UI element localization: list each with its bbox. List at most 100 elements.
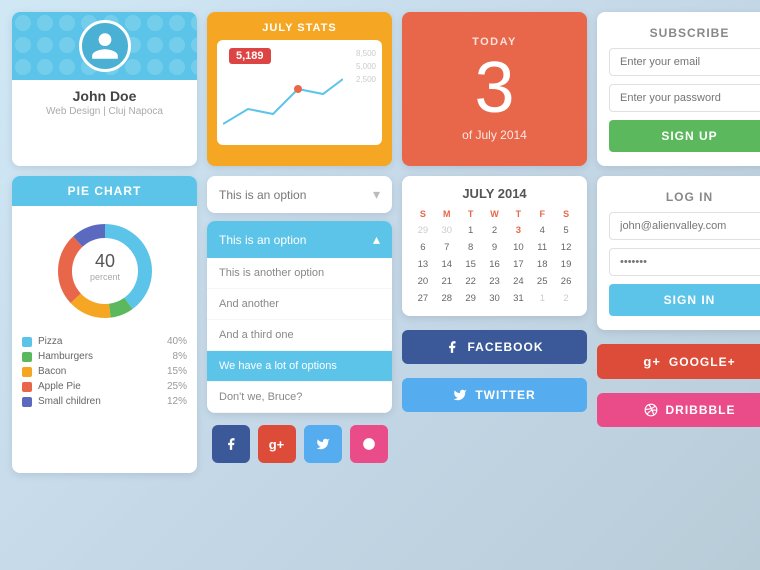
cal-day-20[interactable]: 20 (412, 274, 434, 289)
legend-pct-smallchildren: 12% (167, 396, 187, 407)
subscribe-title: SUBSCRIBE (609, 26, 760, 40)
cal-day-1[interactable]: 1 (460, 223, 482, 238)
dropdown-expanded-header[interactable]: This is an option ▴ (207, 221, 392, 258)
dribbble-button[interactable]: DRIBBBLE (597, 393, 760, 427)
email-input[interactable] (609, 48, 760, 76)
legend-label-bacon: Bacon (38, 366, 66, 377)
cal-header-t1: T (460, 207, 482, 221)
cal-day-30-jun[interactable]: 30 (436, 223, 458, 238)
cal-day-8[interactable]: 8 (460, 240, 482, 255)
cal-day-12[interactable]: 12 (555, 240, 577, 255)
dropdown-option-2[interactable]: And another (207, 289, 392, 320)
dropdown-option-4[interactable]: We have a lot of options (207, 351, 392, 382)
cal-day-13[interactable]: 13 (412, 257, 434, 272)
cal-day-10[interactable]: 10 (507, 240, 529, 255)
dropdown-option-3[interactable]: And a third one (207, 320, 392, 351)
cal-day-31[interactable]: 31 (507, 291, 529, 306)
cal-day-18[interactable]: 18 (531, 257, 553, 272)
cal-day-2-aug[interactable]: 2 (555, 291, 577, 306)
pie-chart-card: PIE CHART 40 percent (12, 176, 197, 473)
profile-name: John Doe (73, 88, 137, 104)
cal-day-26[interactable]: 26 (555, 274, 577, 289)
cal-day-1-aug[interactable]: 1 (531, 291, 553, 306)
dribbble-icon (644, 403, 658, 417)
twitter-icon (453, 388, 467, 402)
signup-button[interactable]: SIGN UP (609, 120, 760, 152)
password-input[interactable] (609, 84, 760, 112)
legend-pct-bacon: 15% (167, 366, 187, 377)
cal-day-22[interactable]: 22 (460, 274, 482, 289)
facebook-label: FACEBOOK (467, 340, 543, 354)
cal-day-30[interactable]: 30 (484, 291, 506, 306)
legend-bacon: Bacon 15% (22, 366, 187, 377)
cal-day-28[interactable]: 28 (436, 291, 458, 306)
cal-day-24[interactable]: 24 (507, 274, 529, 289)
dropdown-option-5[interactable]: Don't we, Bruce? (207, 382, 392, 413)
cal-day-19[interactable]: 19 (555, 257, 577, 272)
legend-pct-pizza: 40% (167, 336, 187, 347)
pie-legend: Pizza 40% Hamburgers 8% Bacon 15% Apple … (22, 336, 187, 407)
stats-badge: 5,189 (229, 48, 271, 64)
cal-day-11[interactable]: 11 (531, 240, 553, 255)
stats-title: JULY STATS (217, 22, 382, 34)
avatar (79, 20, 131, 72)
dropdown-collapsed-text: This is an option (219, 188, 306, 202)
cal-header-s1: S (412, 207, 434, 221)
legend-pct-applepie: 25% (167, 381, 187, 392)
cal-header-s2: S (555, 207, 577, 221)
stats-card: JULY STATS 5,189 8,500 5,000 2,500 (207, 12, 392, 166)
login-card: LOG IN SIGN IN (597, 176, 760, 330)
cal-day-9[interactable]: 9 (484, 240, 506, 255)
cal-day-4[interactable]: 4 (531, 223, 553, 238)
twitter-icon-btn[interactable] (304, 425, 342, 463)
cal-day-21[interactable]: 21 (436, 274, 458, 289)
googleplus-icon-btn[interactable]: g+ (258, 425, 296, 463)
facebook-icon (445, 340, 459, 354)
twitter-label: TWITTER (475, 388, 535, 402)
dropdown-option-1[interactable]: This is another option (207, 258, 392, 289)
legend-pizza: Pizza 40% (22, 336, 187, 347)
cal-day-3[interactable]: 3 (507, 223, 529, 238)
cal-day-5[interactable]: 5 (555, 223, 577, 238)
cal-day-29-jun[interactable]: 29 (412, 223, 434, 238)
legend-dot-pizza (22, 337, 32, 347)
cal-day-27[interactable]: 27 (412, 291, 434, 306)
legend-label-applepie: Apple Pie (38, 381, 81, 392)
legend-applepie: Apple Pie 25% (22, 381, 187, 392)
cal-day-14[interactable]: 14 (436, 257, 458, 272)
legend-label-pizza: Pizza (38, 336, 62, 347)
chevron-down-icon: ▾ (373, 186, 380, 203)
facebook-button[interactable]: FACEBOOK (402, 330, 587, 364)
cal-day-7[interactable]: 7 (436, 240, 458, 255)
dropdown-collapsed[interactable]: This is an option ▾ (207, 176, 392, 213)
pie-chart-body: 40 percent Pizza 40% Hamburgers 8% (12, 206, 197, 421)
signin-button[interactable]: SIGN IN (609, 284, 760, 316)
cal-day-6[interactable]: 6 (412, 240, 434, 255)
cal-day-17[interactable]: 17 (507, 257, 529, 272)
googleplus-label: GOOGLE+ (669, 355, 736, 369)
cal-day-15[interactable]: 15 (460, 257, 482, 272)
chevron-up-icon: ▴ (373, 231, 380, 248)
cal-day-2[interactable]: 2 (484, 223, 506, 238)
legend-hamburgers: Hamburgers 8% (22, 351, 187, 362)
cal-day-16[interactable]: 16 (484, 257, 506, 272)
profile-header (12, 12, 197, 80)
login-email-input[interactable] (609, 212, 760, 240)
today-label: TODAY (472, 36, 517, 48)
cal-header-f: F (531, 207, 553, 221)
cal-day-25[interactable]: 25 (531, 274, 553, 289)
legend-dot-hamburgers (22, 352, 32, 362)
dropdown-section: This is an option ▾ This is an option ▴ … (207, 176, 392, 463)
twitter-button[interactable]: TWITTER (402, 378, 587, 412)
login-section: LOG IN SIGN IN g+ GOOGLE+ DRIBBBLE (597, 176, 760, 463)
cal-day-23[interactable]: 23 (484, 274, 506, 289)
dribbble-icon-btn[interactable] (350, 425, 388, 463)
legend-pct-hamburgers: 8% (173, 351, 187, 362)
googleplus-button[interactable]: g+ GOOGLE+ (597, 344, 760, 379)
facebook-icon-btn[interactable] (212, 425, 250, 463)
calendar-card: JULY 2014 S M T W T F S 29 30 1 2 3 4 5 … (402, 176, 587, 316)
stats-chart: 5,189 8,500 5,000 2,500 (217, 40, 382, 145)
profile-card: John Doe Web Design | Cluj Napoca (12, 12, 197, 166)
cal-day-29[interactable]: 29 (460, 291, 482, 306)
login-password-input[interactable] (609, 248, 760, 276)
